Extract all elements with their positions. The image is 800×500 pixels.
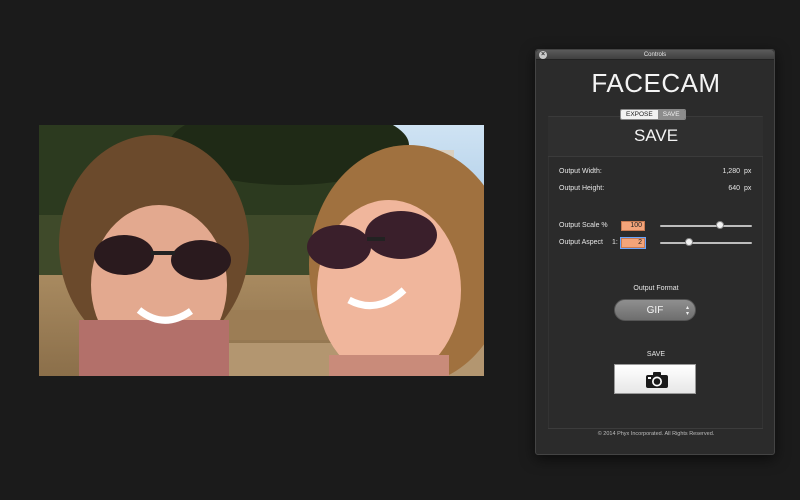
tab-save[interactable]: SAVE [657, 110, 685, 119]
window-title: Controls [643, 52, 667, 58]
output-width-label: Output Width: [559, 168, 602, 175]
output-aspect-prefix: 1: [612, 239, 618, 246]
camera-preview-image [39, 125, 484, 376]
output-format-label: Output Format [633, 285, 679, 292]
mode-segmented-control: EXPOSE SAVE [620, 109, 686, 120]
output-width-value: 1,280 [722, 168, 740, 175]
selfie-photo [39, 125, 484, 376]
output-scale-slider-thumb[interactable] [715, 221, 724, 229]
output-scale-field[interactable]: 100 [621, 221, 645, 231]
output-height-unit: px [744, 185, 752, 192]
output-aspect-field[interactable]: 2 [620, 237, 646, 249]
camera-icon [646, 372, 668, 388]
tab-expose[interactable]: EXPOSE [621, 110, 658, 119]
output-aspect-slider[interactable] [660, 242, 752, 244]
save-label: SAVE [646, 351, 666, 358]
up-down-arrows-icon: ▴ ▾ [685, 305, 689, 317]
output-height-value: 640 [728, 185, 740, 192]
section-title: SAVE [633, 126, 679, 145]
output-aspect-label: Output Aspect [559, 239, 603, 246]
output-scale-slider[interactable] [660, 225, 752, 227]
app-title: FACECAM [591, 68, 721, 98]
close-icon[interactable]: × [539, 51, 547, 59]
footer-copyright: © 2014 Phyx Incorporated. All Rights Res… [597, 431, 715, 437]
output-width-unit: px [744, 168, 752, 175]
output-format-value: GIF [646, 305, 664, 316]
output-height-label: Output Height: [559, 185, 605, 192]
controls-window: × Controls FACECAM EXPOSE SAVE SAVE Outp… [535, 49, 775, 455]
output-scale-label: Output Scale % [559, 222, 608, 229]
footer-divider [548, 428, 763, 429]
save-button[interactable] [614, 364, 696, 394]
output-format-popup[interactable]: GIF ▴ ▾ [614, 299, 696, 321]
window-titlebar[interactable]: × Controls [536, 50, 774, 60]
